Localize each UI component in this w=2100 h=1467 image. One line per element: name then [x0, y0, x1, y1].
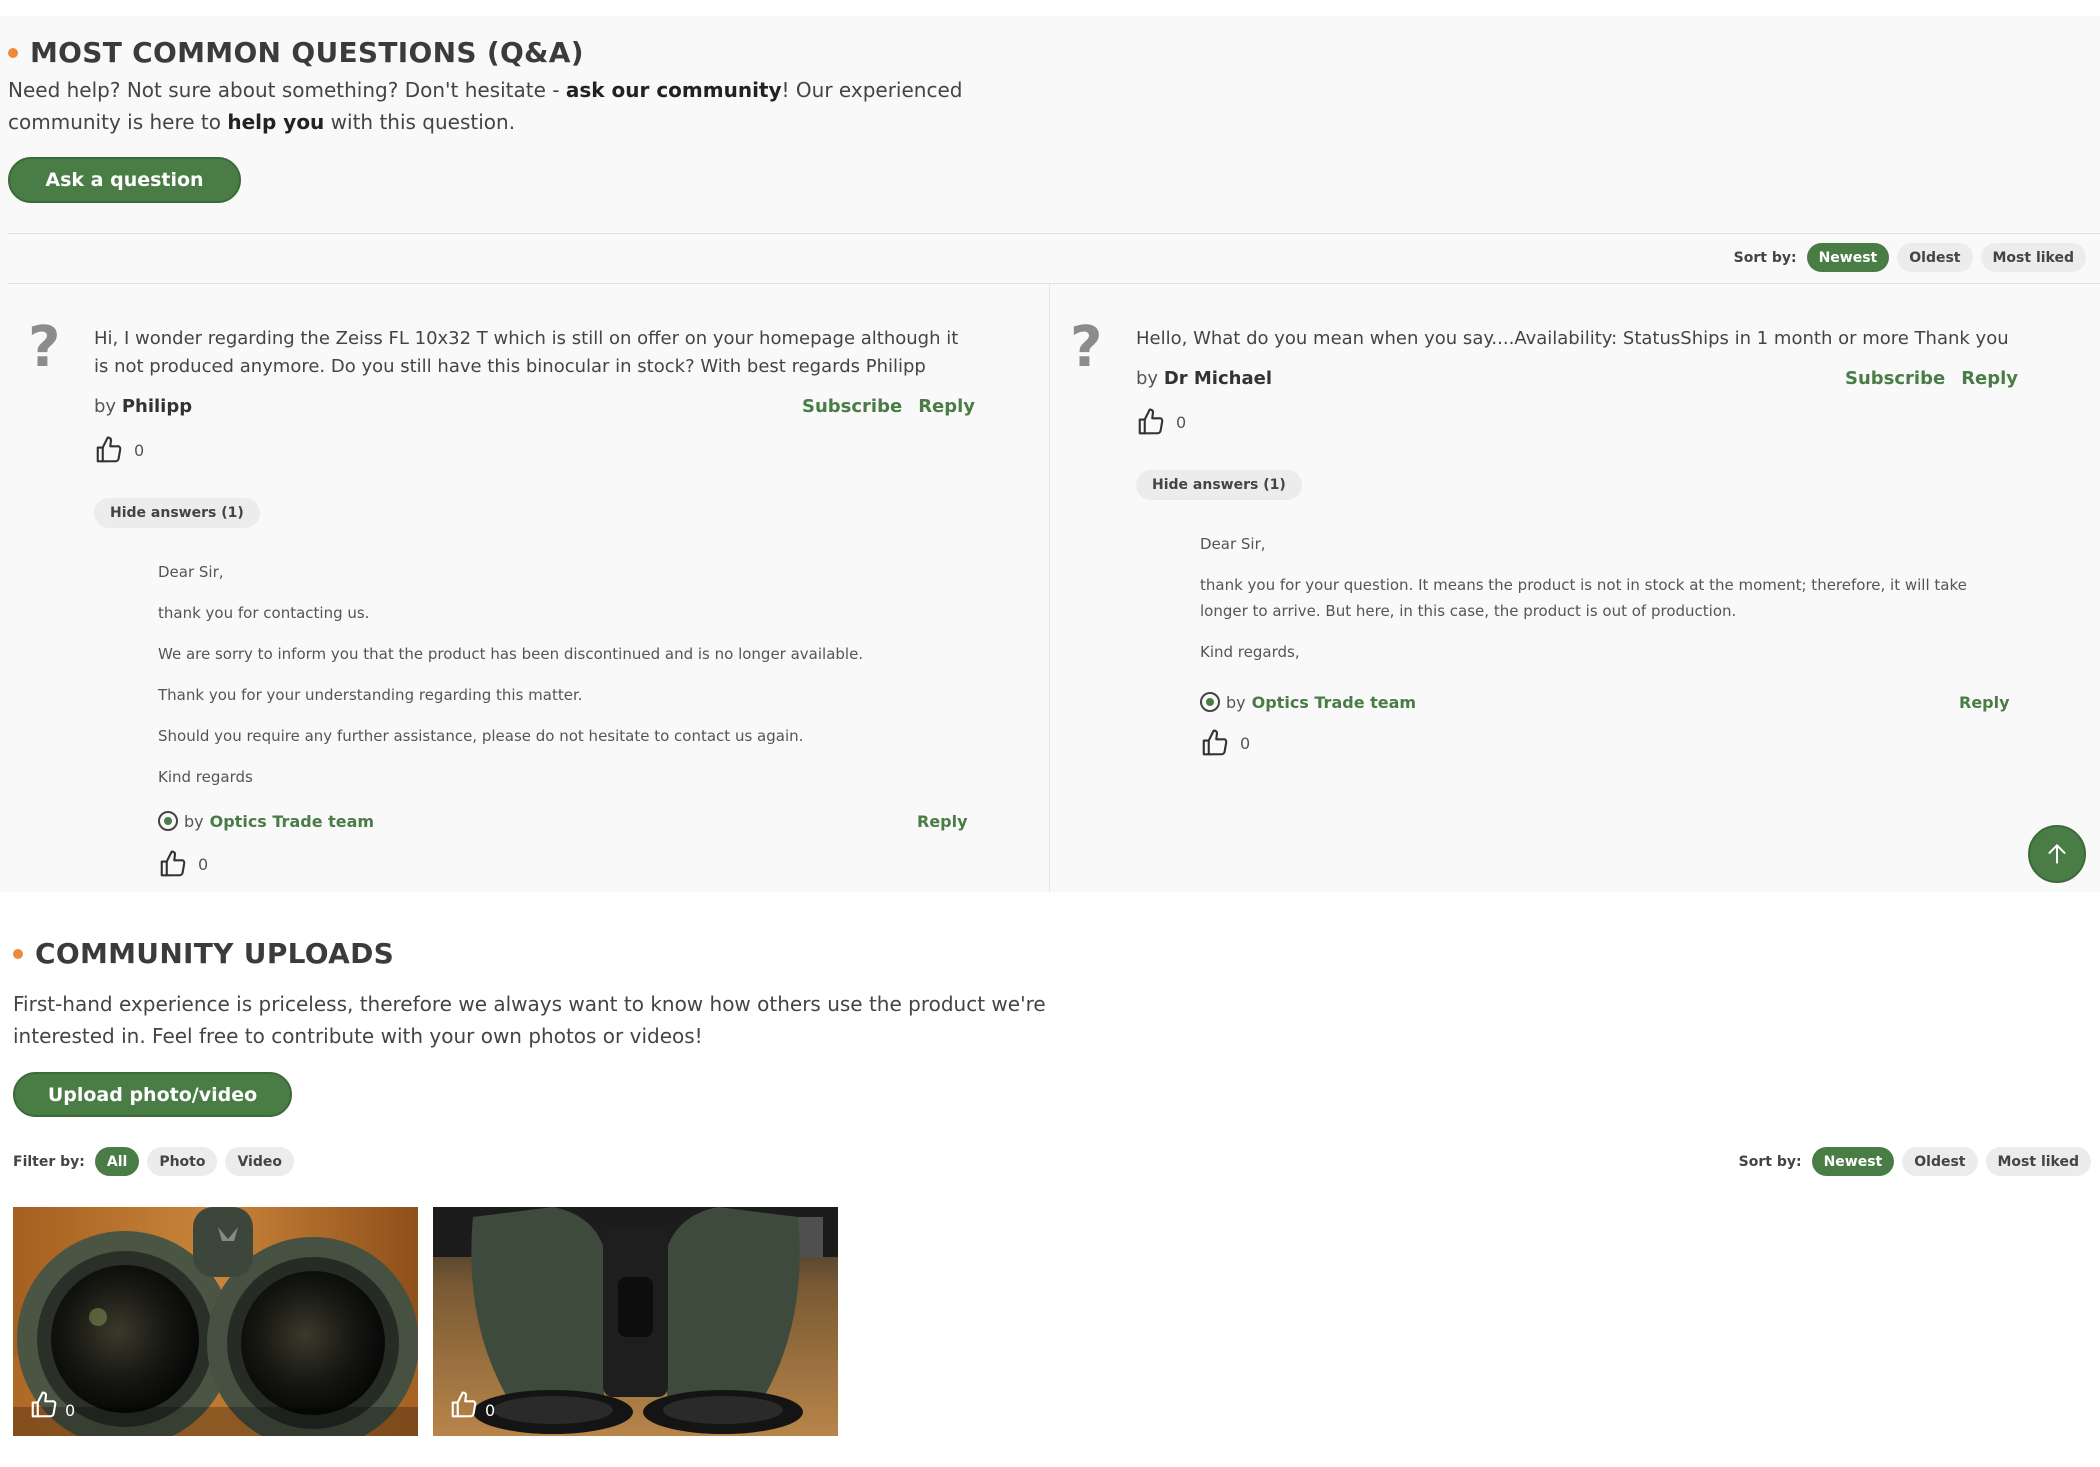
- answer-reply-link[interactable]: Reply: [917, 812, 968, 831]
- subscribe-link[interactable]: Subscribe: [802, 396, 902, 417]
- filter-label: Filter by:: [13, 1153, 85, 1170]
- divider: [8, 283, 2100, 284]
- filter-photo[interactable]: Photo: [147, 1147, 218, 1176]
- filter-bar: Filter by: All Photo Video: [13, 1147, 294, 1176]
- filter-all[interactable]: All: [94, 1147, 140, 1176]
- sort-label: Sort by:: [1733, 249, 1797, 266]
- qa-title: MOST COMMON QUESTIONS (Q&A): [8, 36, 584, 69]
- like-count: 0: [65, 1401, 76, 1420]
- like-count: 0: [134, 440, 145, 460]
- like-count: 0: [1240, 733, 1251, 753]
- question-actions: Subscribe Reply: [802, 396, 975, 417]
- thumbs-up-icon: [96, 436, 122, 463]
- team-badge-icon: [158, 811, 178, 831]
- uploads-sort-bar: Sort by: Newest Oldest Most liked: [1739, 1147, 2091, 1176]
- answer-like-button[interactable]: 0: [158, 849, 208, 879]
- sort-newest[interactable]: Newest: [1806, 243, 1890, 272]
- answer-author: by Optics Trade team: [158, 811, 374, 831]
- bullet-dot: [8, 47, 18, 58]
- question-text: Hello, What do you mean when you say....…: [1136, 328, 2009, 349]
- like-button[interactable]: 0: [1136, 407, 1186, 437]
- reply-link[interactable]: Reply: [918, 396, 975, 417]
- answer-like-button[interactable]: 0: [1200, 728, 1250, 758]
- subscribe-link[interactable]: Subscribe: [1845, 368, 1945, 389]
- like-button[interactable]: 0: [94, 435, 144, 465]
- question-actions: Subscribe Reply: [1845, 368, 2018, 389]
- team-badge-icon: [1200, 692, 1220, 712]
- sort-oldest[interactable]: Oldest: [1897, 243, 1973, 272]
- thumbs-up-icon: [1202, 729, 1228, 756]
- hide-answers-button[interactable]: Hide answers (1): [1136, 470, 1302, 500]
- sort-most-liked[interactable]: Most liked: [1980, 243, 2086, 272]
- like-count: 0: [198, 854, 209, 874]
- uploads-title: COMMUNITY UPLOADS: [13, 937, 394, 970]
- upload-thumbnail[interactable]: 0: [13, 1207, 418, 1436]
- bullet-dot: [13, 948, 23, 959]
- qa-intro: Need help? Not sure about something? Don…: [8, 78, 963, 134]
- thumbs-up-icon: [451, 1391, 477, 1418]
- sort-oldest[interactable]: Oldest: [1902, 1147, 1978, 1176]
- thumbnail-like[interactable]: 0: [29, 1390, 75, 1420]
- thumbs-up-icon: [160, 850, 186, 877]
- answer-body: Dear Sir, thank you for your question. I…: [1200, 535, 1967, 661]
- like-count: 0: [1176, 412, 1187, 432]
- hide-answers-button[interactable]: Hide answers (1): [94, 498, 260, 528]
- answer-body: Dear Sir, thank you for contacting us. W…: [158, 563, 864, 786]
- reply-link[interactable]: Reply: [1961, 368, 2018, 389]
- arrow-up-icon: [2048, 844, 2066, 864]
- thumbs-up-icon: [31, 1391, 57, 1418]
- sort-most-liked[interactable]: Most liked: [1985, 1147, 2091, 1176]
- like-count: 0: [485, 1401, 496, 1420]
- question-mark-icon: ?: [28, 315, 61, 380]
- sort-label: Sort by:: [1738, 1153, 1802, 1170]
- column-divider: [1049, 284, 1050, 892]
- question-mark-icon: ?: [1070, 315, 1103, 380]
- question-author: by Philipp: [94, 396, 193, 417]
- answer-reply-link[interactable]: Reply: [1959, 693, 2010, 712]
- qa-section: MOST COMMON QUESTIONS (Q&A) Need help? N…: [0, 16, 2100, 892]
- upload-photo-video-button[interactable]: Upload photo/video: [13, 1072, 292, 1117]
- scroll-to-top-button[interactable]: [2028, 825, 2086, 883]
- upload-thumbnail[interactable]: 0: [433, 1207, 838, 1436]
- ask-question-button[interactable]: Ask a question: [8, 157, 241, 203]
- sort-newest[interactable]: Newest: [1811, 1147, 1895, 1176]
- thumbnail-like[interactable]: 0: [449, 1390, 495, 1420]
- divider: [8, 233, 2100, 234]
- question-text: Hi, I wonder regarding the Zeiss FL 10x3…: [94, 328, 959, 377]
- thumbs-up-icon: [1138, 408, 1164, 435]
- filter-video[interactable]: Video: [225, 1147, 294, 1176]
- qa-sort-bar: Sort by: Newest Oldest Most liked: [1734, 243, 2086, 272]
- answer-author: by Optics Trade team: [1200, 692, 1416, 712]
- uploads-intro: First-hand experience is priceless, ther…: [13, 992, 1046, 1048]
- question-author: by Dr Michael: [1136, 368, 1272, 389]
